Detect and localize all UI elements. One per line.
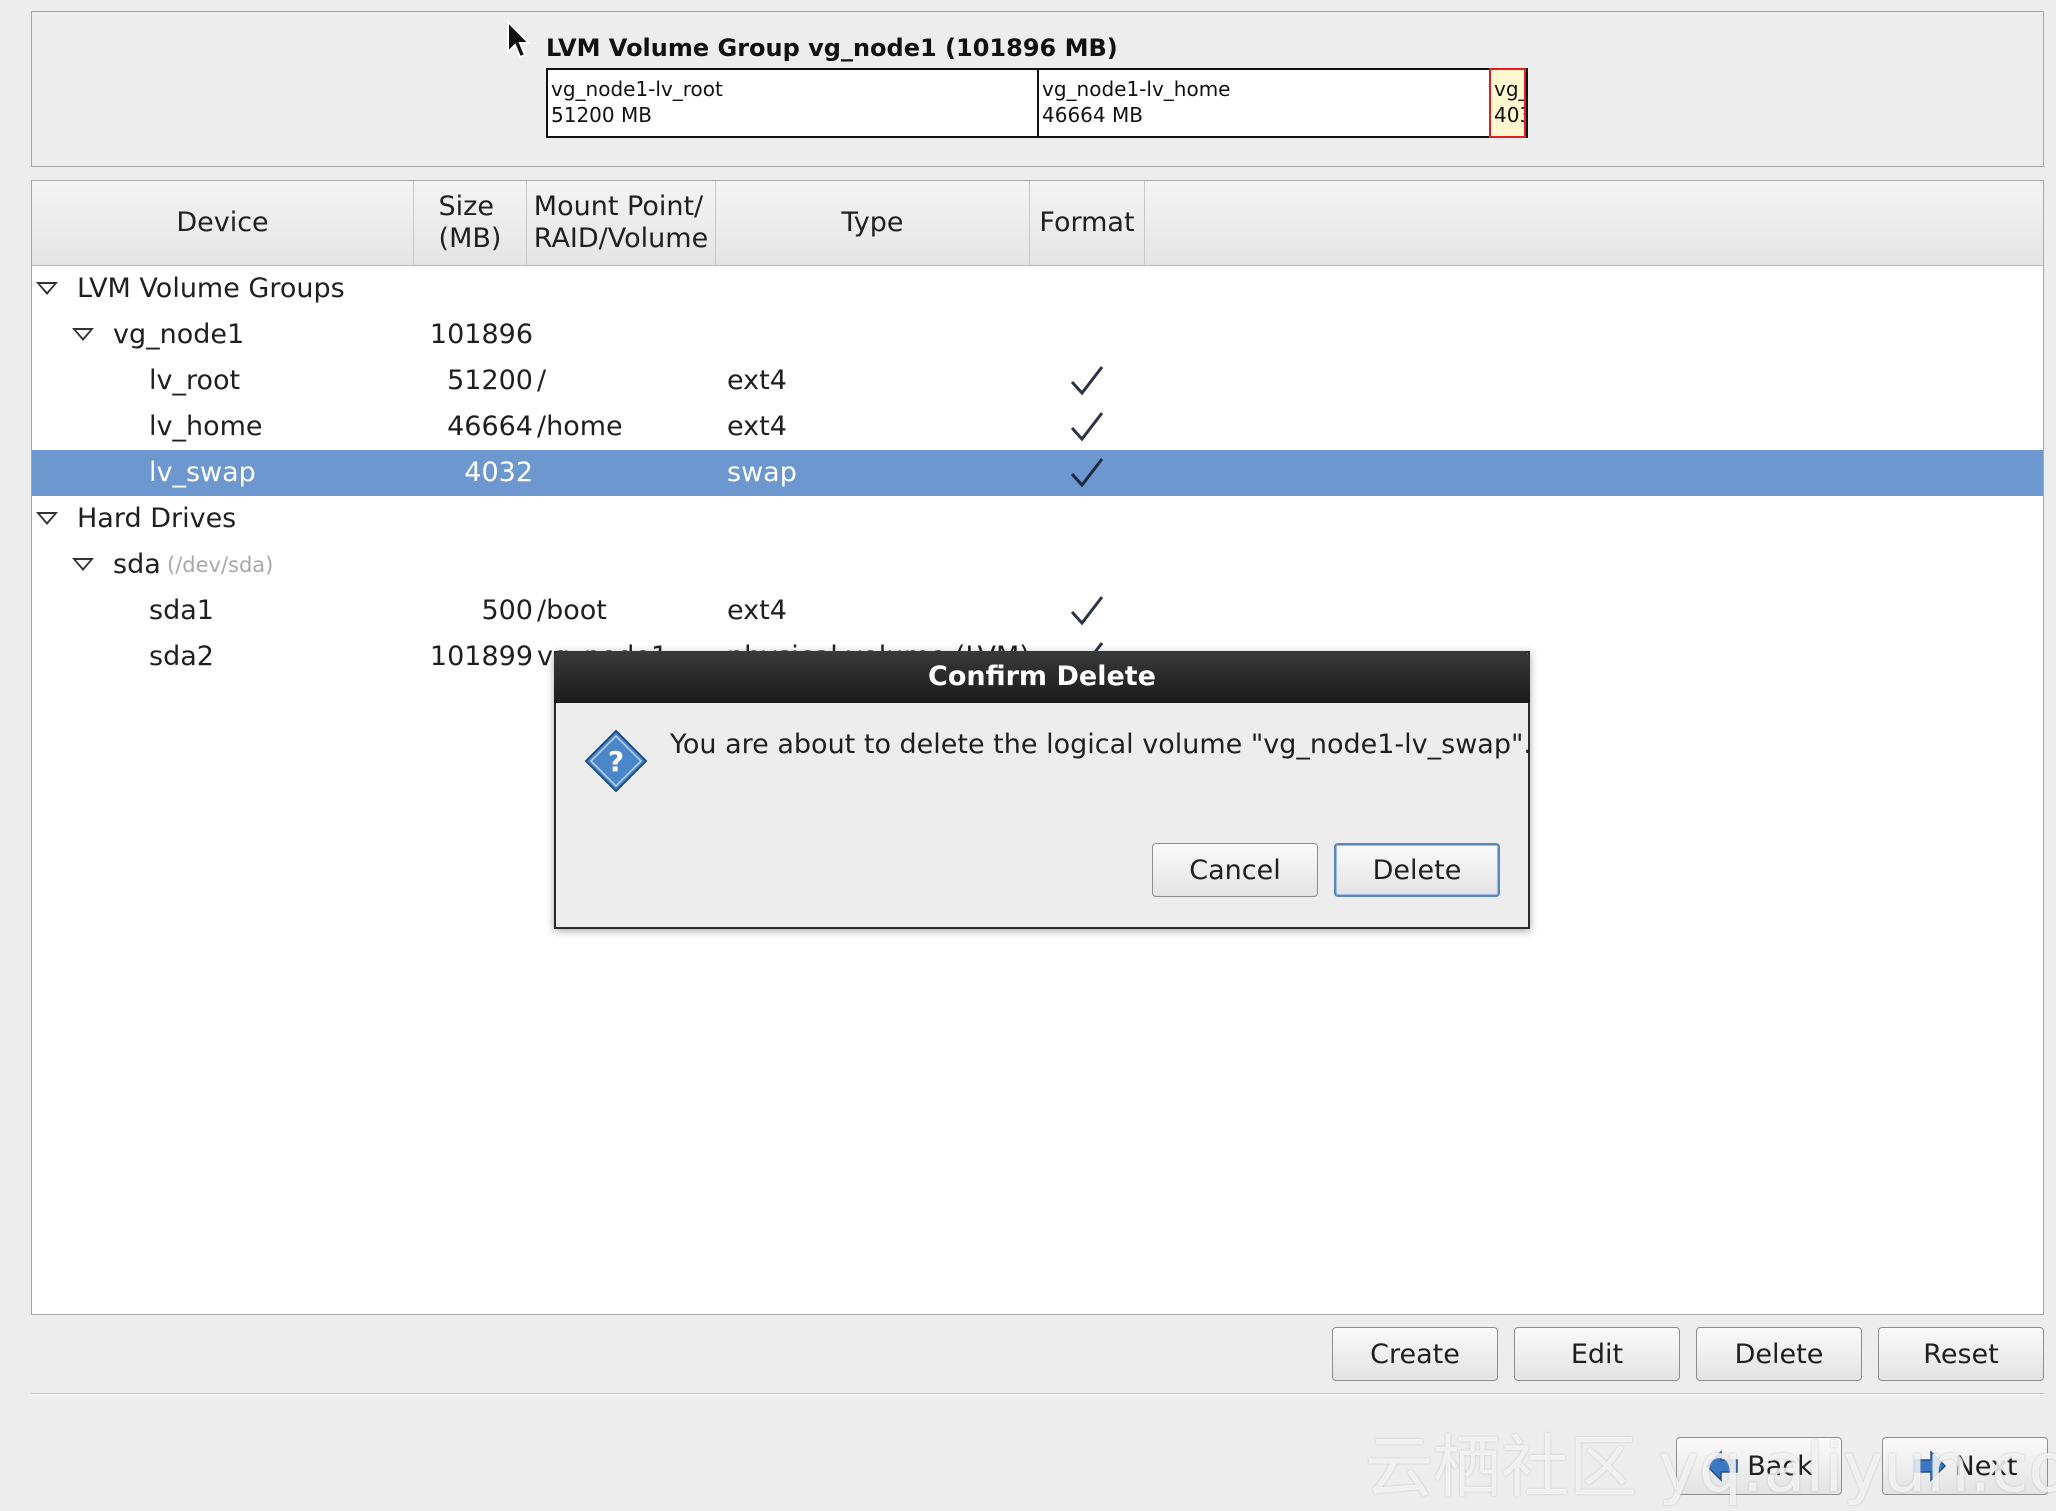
column-mount[interactable]: Mount Point/ RAID/Volume [527,181,716,265]
format-check-icon [1070,596,1104,626]
row-label: lv_home [149,411,263,442]
segment-size: 403 [1494,103,1524,127]
row-mount: /boot [537,595,607,626]
column-label: Mount Point/ RAID/Volume [533,191,709,254]
row-label: sda2 [149,641,214,672]
separator [31,1393,2044,1395]
column-label: Device [176,207,269,238]
segment-name: vg_node1-lv_root [551,77,723,101]
expander-down-icon[interactable] [36,512,58,525]
volume-group-title: LVM Volume Group vg_node1 (101896 MB) [546,34,1118,62]
row-size: 101896 [429,319,533,350]
segment-size: 51200 MB [551,103,652,127]
column-type[interactable]: Type [716,181,1030,265]
column-size[interactable]: Size (MB) [414,181,527,265]
row-size: 500 [481,595,533,626]
create-button[interactable]: Create [1332,1327,1498,1381]
segment-name: vg_node1-lv_home [1042,77,1231,101]
dialog-title: Confirm Delete [554,651,1530,703]
confirm-delete-button[interactable]: Delete [1334,843,1500,897]
volume-group-bar: vg_node1-lv_root 51200 MB vg_node1-lv_ho… [546,68,1528,138]
column-label: Size (MB) [438,191,502,254]
row-mount: / [537,365,547,396]
format-check-icon [1070,366,1104,396]
segment-name: vg_ [1494,77,1526,101]
dialog-message: You are about to delete the logical volu… [670,729,1532,760]
column-label: Type [841,207,904,238]
svg-text:?: ? [608,745,624,778]
row-size: 4032 [464,457,533,488]
row-label: vg_node1 [113,319,245,350]
row-label: LVM Volume Groups [77,273,345,304]
vg-segment-lv-root[interactable]: vg_node1-lv_root 51200 MB [548,70,1039,136]
next-label: Next [1954,1450,2018,1482]
tree-row-lv-swap[interactable]: lv_swap 4032 swap [32,450,2043,496]
tree-row-sda[interactable]: sda (/dev/sda) [32,542,2043,588]
delete-button[interactable]: Delete [1696,1327,1862,1381]
row-label: Hard Drives [77,503,237,534]
row-size: 51200 [447,365,533,396]
vg-segment-lv-swap[interactable]: vg_ 403 [1489,68,1526,138]
column-format[interactable]: Format [1030,181,1145,265]
row-size: 101899 [429,641,533,672]
tree-row-lv-root[interactable]: lv_root 51200 / ext4 [32,358,2043,404]
back-button[interactable]: Back [1676,1437,1842,1495]
row-label: lv_swap [149,457,256,488]
expander-down-icon[interactable] [72,328,94,341]
tree-row-sda1[interactable]: sda1 500 /boot ext4 [32,588,2043,634]
row-type: ext4 [727,595,787,626]
next-button[interactable]: Next [1882,1437,2048,1495]
expander-down-icon[interactable] [36,282,58,295]
question-icon: ? [584,729,648,793]
edit-button[interactable]: Edit [1514,1327,1680,1381]
row-size: 46664 [447,411,533,442]
row-type: ext4 [727,411,787,442]
row-device-path: (/dev/sda) [167,553,274,577]
arrow-right-icon [1913,1450,1946,1482]
column-device[interactable]: Device [32,181,414,265]
column-label: Format [1039,207,1135,238]
reset-button[interactable]: Reset [1878,1327,2044,1381]
confirm-delete-dialog: Confirm Delete ? You are about to delete… [554,651,1532,929]
format-check-icon [1070,458,1104,488]
row-type: swap [727,457,797,488]
tree-row-lv-home[interactable]: lv_home 46664 /home ext4 [32,404,2043,450]
expander-down-icon[interactable] [72,558,94,571]
row-label: lv_root [149,365,241,396]
cancel-button[interactable]: Cancel [1152,843,1318,897]
segment-size: 46664 MB [1042,103,1143,127]
row-type: ext4 [727,365,787,396]
tree-row-lvm-groups[interactable]: LVM Volume Groups [32,266,2043,312]
arrow-left-icon [1706,1450,1738,1482]
format-check-icon [1070,412,1104,442]
back-label: Back [1747,1450,1813,1482]
tree-row-hard-drives[interactable]: Hard Drives [32,496,2043,542]
mouse-cursor-icon [507,20,532,59]
row-label: sda1 [149,595,214,626]
tree-header: Device Size (MB) Mount Point/ RAID/Volum… [32,181,2043,266]
vg-segment-lv-home[interactable]: vg_node1-lv_home 46664 MB [1039,70,1489,136]
tree-row-vg-node1[interactable]: vg_node1 101896 [32,312,2043,358]
row-mount: /home [537,411,623,442]
row-label: sda [113,549,161,580]
